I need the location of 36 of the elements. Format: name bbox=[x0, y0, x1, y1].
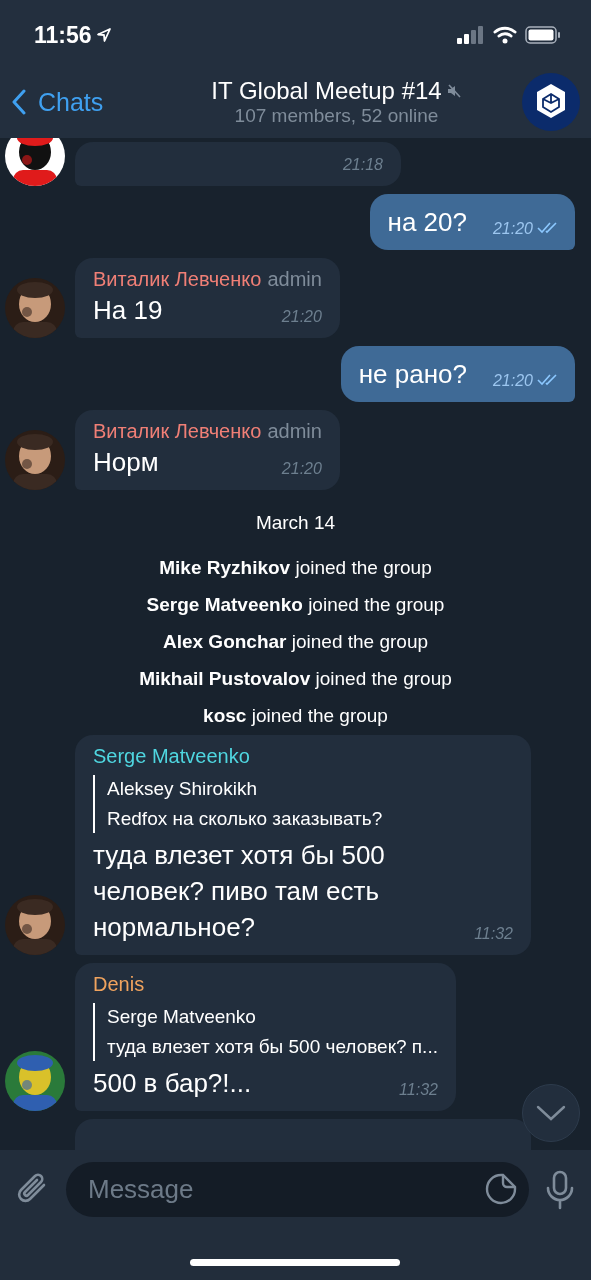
sender-name: Виталик Левченко bbox=[93, 419, 262, 444]
service-message: Alex Gonchar joined the group bbox=[162, 630, 429, 653]
message-time: 21:18 bbox=[342, 156, 383, 175]
message-text: не рано? bbox=[358, 358, 467, 391]
reply-quote[interactable]: Aleksey Shirokikh Redfox на сколько заказывать? bbox=[93, 775, 513, 833]
sender-name: Serge Matveenko bbox=[93, 744, 250, 769]
message-text: 500 в бар?!... bbox=[93, 1067, 252, 1100]
sender-name: Виталик Левченко bbox=[93, 267, 262, 292]
message-field[interactable]: Message bbox=[66, 1162, 529, 1217]
admin-label: admin bbox=[267, 267, 322, 292]
admin-label: admin bbox=[267, 419, 322, 444]
reply-text: туда влезет хотя бы 500 человек? п... bbox=[107, 1035, 438, 1059]
reply-author: Serge Matveenko bbox=[107, 1005, 257, 1029]
member-count: 107 members, 52 online bbox=[234, 105, 439, 127]
message-time: 21:20 bbox=[280, 460, 322, 479]
service-message: Serge Matveenko joined the group bbox=[146, 593, 445, 616]
message-text: на 20? bbox=[387, 206, 467, 239]
back-button[interactable]: Chats bbox=[12, 87, 152, 117]
message-text: На 19 bbox=[93, 294, 163, 327]
service-message: Mike Ryzhikov joined the group bbox=[159, 556, 432, 579]
message-time: 21:20 bbox=[280, 308, 322, 327]
message-time: 11:32 bbox=[473, 925, 513, 944]
message-text: туда влезет хотя бы 500 человек? пиво там есть нормальное? bbox=[93, 839, 386, 944]
message-time: 21:20 bbox=[491, 220, 533, 239]
reply-quote[interactable]: Serge Matveenko туда влезет хотя бы 500 человек? п... bbox=[93, 1003, 438, 1061]
sender-name: Denis bbox=[93, 972, 145, 997]
message-text: Норм bbox=[93, 446, 159, 479]
reply-text: Redfox на сколько заказывать? bbox=[107, 807, 384, 831]
status-time: 11:56 bbox=[34, 21, 92, 49]
chat-title: IT Global Meetup #14 bbox=[211, 77, 442, 105]
message-time: 21:20 bbox=[491, 372, 533, 391]
reply-author: Aleksey Shirokikh bbox=[107, 777, 258, 801]
message-time: 11:32 bbox=[398, 1081, 438, 1100]
service-message: Mikhail Pustovalov joined the group bbox=[139, 667, 452, 690]
date-label: March 14 bbox=[255, 512, 336, 534]
service-message: kosc joined the group bbox=[203, 704, 388, 727]
